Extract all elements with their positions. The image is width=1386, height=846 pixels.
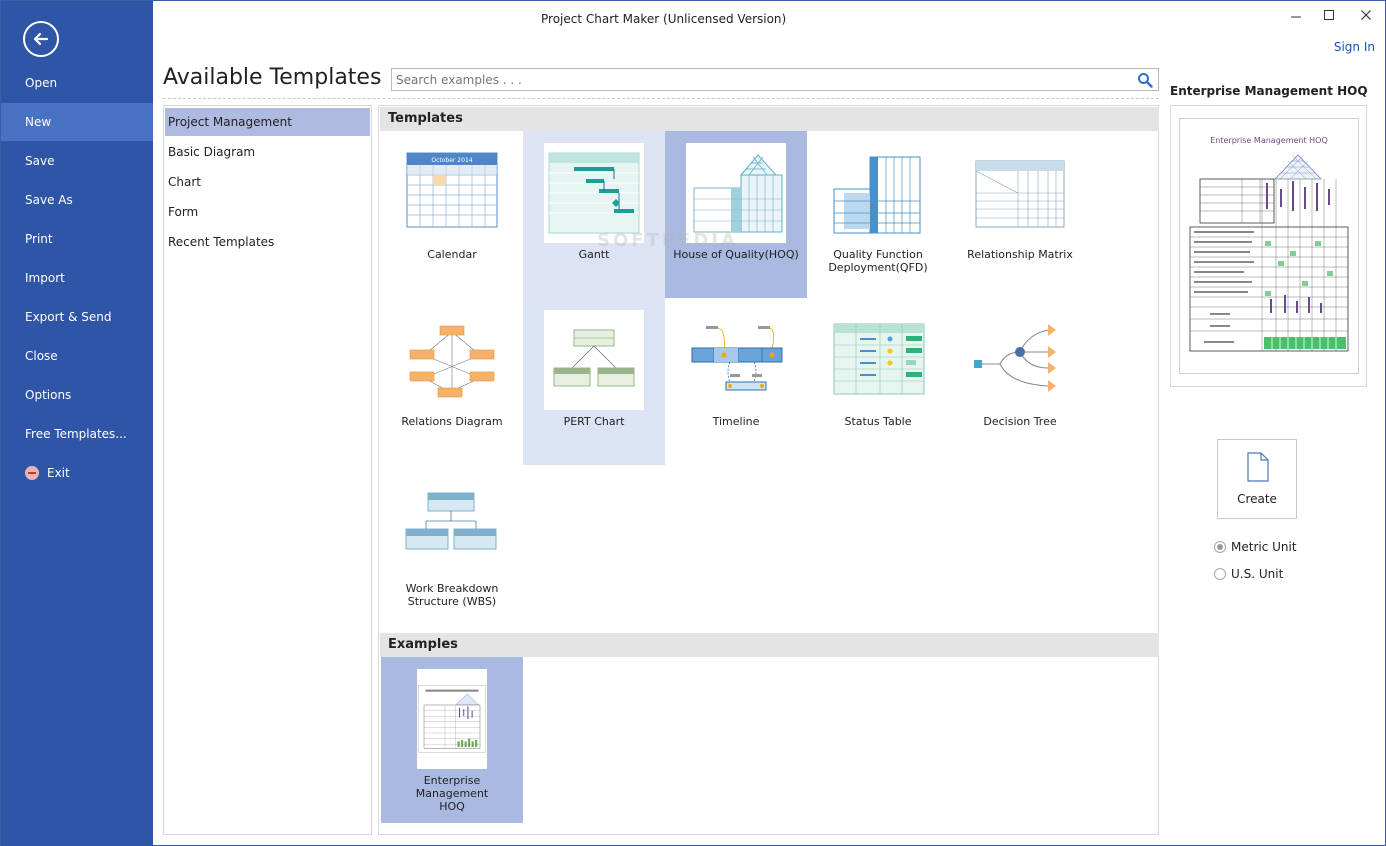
example-label: Enterprise Management HOQ: [415, 774, 489, 813]
template-pert-chart[interactable]: PERT Chart: [523, 298, 665, 465]
watermark: SOFTPEDIA: [597, 230, 738, 251]
template-relations-diagram[interactable]: Relations Diagram: [381, 298, 523, 465]
backstage-sidebar: Open New Save Save As Print Import Expor…: [1, 1, 153, 846]
relationship-matrix-thumbnail: [975, 160, 1065, 228]
template-timeline[interactable]: Timeline: [665, 298, 807, 465]
examples-heading: Examples: [380, 633, 1159, 657]
exit-icon: [25, 466, 39, 480]
sidebar-item-close[interactable]: Close: [1, 337, 153, 375]
category-list: Project Management Basic Diagram Chart F…: [163, 105, 372, 835]
search-icon[interactable]: [1137, 72, 1153, 88]
template-qfd[interactable]: Quality Function Deployment(QFD): [807, 131, 949, 298]
template-label: Timeline: [712, 415, 760, 428]
enterprise-hoq-preview: Enterprise Management HOQ: [1189, 136, 1349, 352]
calendar-thumbnail: October 2014: [406, 152, 498, 228]
sidebar-item-open[interactable]: Open: [1, 64, 153, 102]
enterprise-hoq-thumbnail: [417, 669, 487, 769]
sidebar-item-free-templates[interactable]: Free Templates...: [1, 415, 153, 453]
template-label: Decision Tree: [983, 415, 1057, 428]
sidebar-item-print[interactable]: Print: [1, 220, 153, 258]
pert-chart-thumbnail: [544, 310, 644, 410]
document-icon: [1247, 452, 1269, 482]
minimize-button[interactable]: [1281, 7, 1311, 27]
decision-tree-thumbnail: [974, 324, 1056, 392]
radio-label: U.S. Unit: [1231, 567, 1284, 581]
template-label: Status Table: [844, 415, 912, 428]
gantt-thumbnail: [544, 143, 644, 243]
template-wbs[interactable]: Work Breakdown Structure (WBS): [381, 465, 523, 632]
status-table-thumbnail: [833, 323, 925, 395]
category-chart[interactable]: Chart: [165, 168, 370, 196]
template-label: Work Breakdown Structure (WBS): [405, 582, 499, 608]
category-basic-diagram[interactable]: Basic Diagram: [165, 138, 370, 166]
template-gallery: Templates October 2014 Calendar Gantt Ho…: [378, 105, 1159, 835]
back-arrow-icon: [33, 32, 49, 46]
template-label: PERT Chart: [563, 415, 625, 428]
example-enterprise-management-hoq[interactable]: Enterprise Management HOQ: [381, 657, 523, 823]
separator: [163, 98, 1159, 99]
create-button[interactable]: Create: [1217, 439, 1297, 519]
search-box: [391, 68, 1159, 91]
preview-page: Enterprise Management HOQ: [1179, 118, 1359, 374]
sidebar-item-exit[interactable]: Exit: [1, 454, 153, 492]
hoq-thumbnail: [686, 143, 786, 243]
relations-diagram-thumbnail: [409, 325, 495, 398]
template-label: Relationship Matrix: [967, 248, 1073, 261]
page-title: Available Templates: [163, 65, 382, 90]
app-window: Open New Save Save As Print Import Expor…: [0, 0, 1386, 846]
maximize-button[interactable]: [1314, 7, 1344, 27]
template-relationship-matrix[interactable]: Relationship Matrix: [949, 131, 1091, 298]
template-label: Relations Diagram: [401, 415, 503, 428]
preview-page-heading: Enterprise Management HOQ: [1210, 136, 1328, 145]
sidebar-item-save[interactable]: Save: [1, 142, 153, 180]
preview-panel: Enterprise Management HOQ: [1170, 105, 1367, 387]
sidebar-item-new[interactable]: New: [1, 103, 153, 141]
sidebar-item-options[interactable]: Options: [1, 376, 153, 414]
sidebar-item-exit-label: Exit: [47, 466, 70, 480]
close-button[interactable]: [1351, 7, 1381, 27]
template-label: Calendar: [427, 248, 477, 261]
calendar-month-label: October 2014: [431, 157, 472, 164]
create-label: Create: [1237, 492, 1277, 506]
back-button[interactable]: [23, 21, 59, 57]
templates-heading: Templates: [380, 107, 1159, 131]
window-title: Project Chart Maker (Unlicensed Version): [541, 12, 787, 26]
category-recent-templates[interactable]: Recent Templates: [165, 228, 370, 256]
sidebar-item-save-as[interactable]: Save As: [1, 181, 153, 219]
template-calendar[interactable]: October 2014 Calendar: [381, 131, 523, 298]
template-status-table[interactable]: Status Table: [807, 298, 949, 465]
category-form[interactable]: Form: [165, 198, 370, 226]
radio-label: Metric Unit: [1231, 540, 1297, 554]
minimize-icon: [1291, 16, 1301, 18]
search-input[interactable]: [392, 69, 1132, 90]
template-gantt[interactable]: Gantt: [523, 131, 665, 298]
sidebar-item-import[interactable]: Import: [1, 259, 153, 297]
wbs-thumbnail: [405, 492, 497, 550]
sign-in-link[interactable]: Sign In: [1334, 40, 1375, 54]
sidebar-item-export-send[interactable]: Export & Send: [1, 298, 153, 336]
template-label: Quality Function Deployment(QFD): [828, 248, 928, 274]
preview-title: Enterprise Management HOQ: [1170, 84, 1368, 98]
timeline-thumbnail: [691, 326, 783, 391]
category-project-management[interactable]: Project Management: [165, 108, 370, 136]
maximize-icon: [1324, 10, 1334, 20]
radio-indicator: [1214, 568, 1226, 580]
close-icon: [1361, 10, 1371, 20]
template-decision-tree[interactable]: Decision Tree: [949, 298, 1091, 465]
radio-indicator: [1214, 541, 1226, 553]
template-house-of-quality[interactable]: House of Quality(HOQ): [665, 131, 807, 298]
qfd-thumbnail: [833, 156, 921, 234]
